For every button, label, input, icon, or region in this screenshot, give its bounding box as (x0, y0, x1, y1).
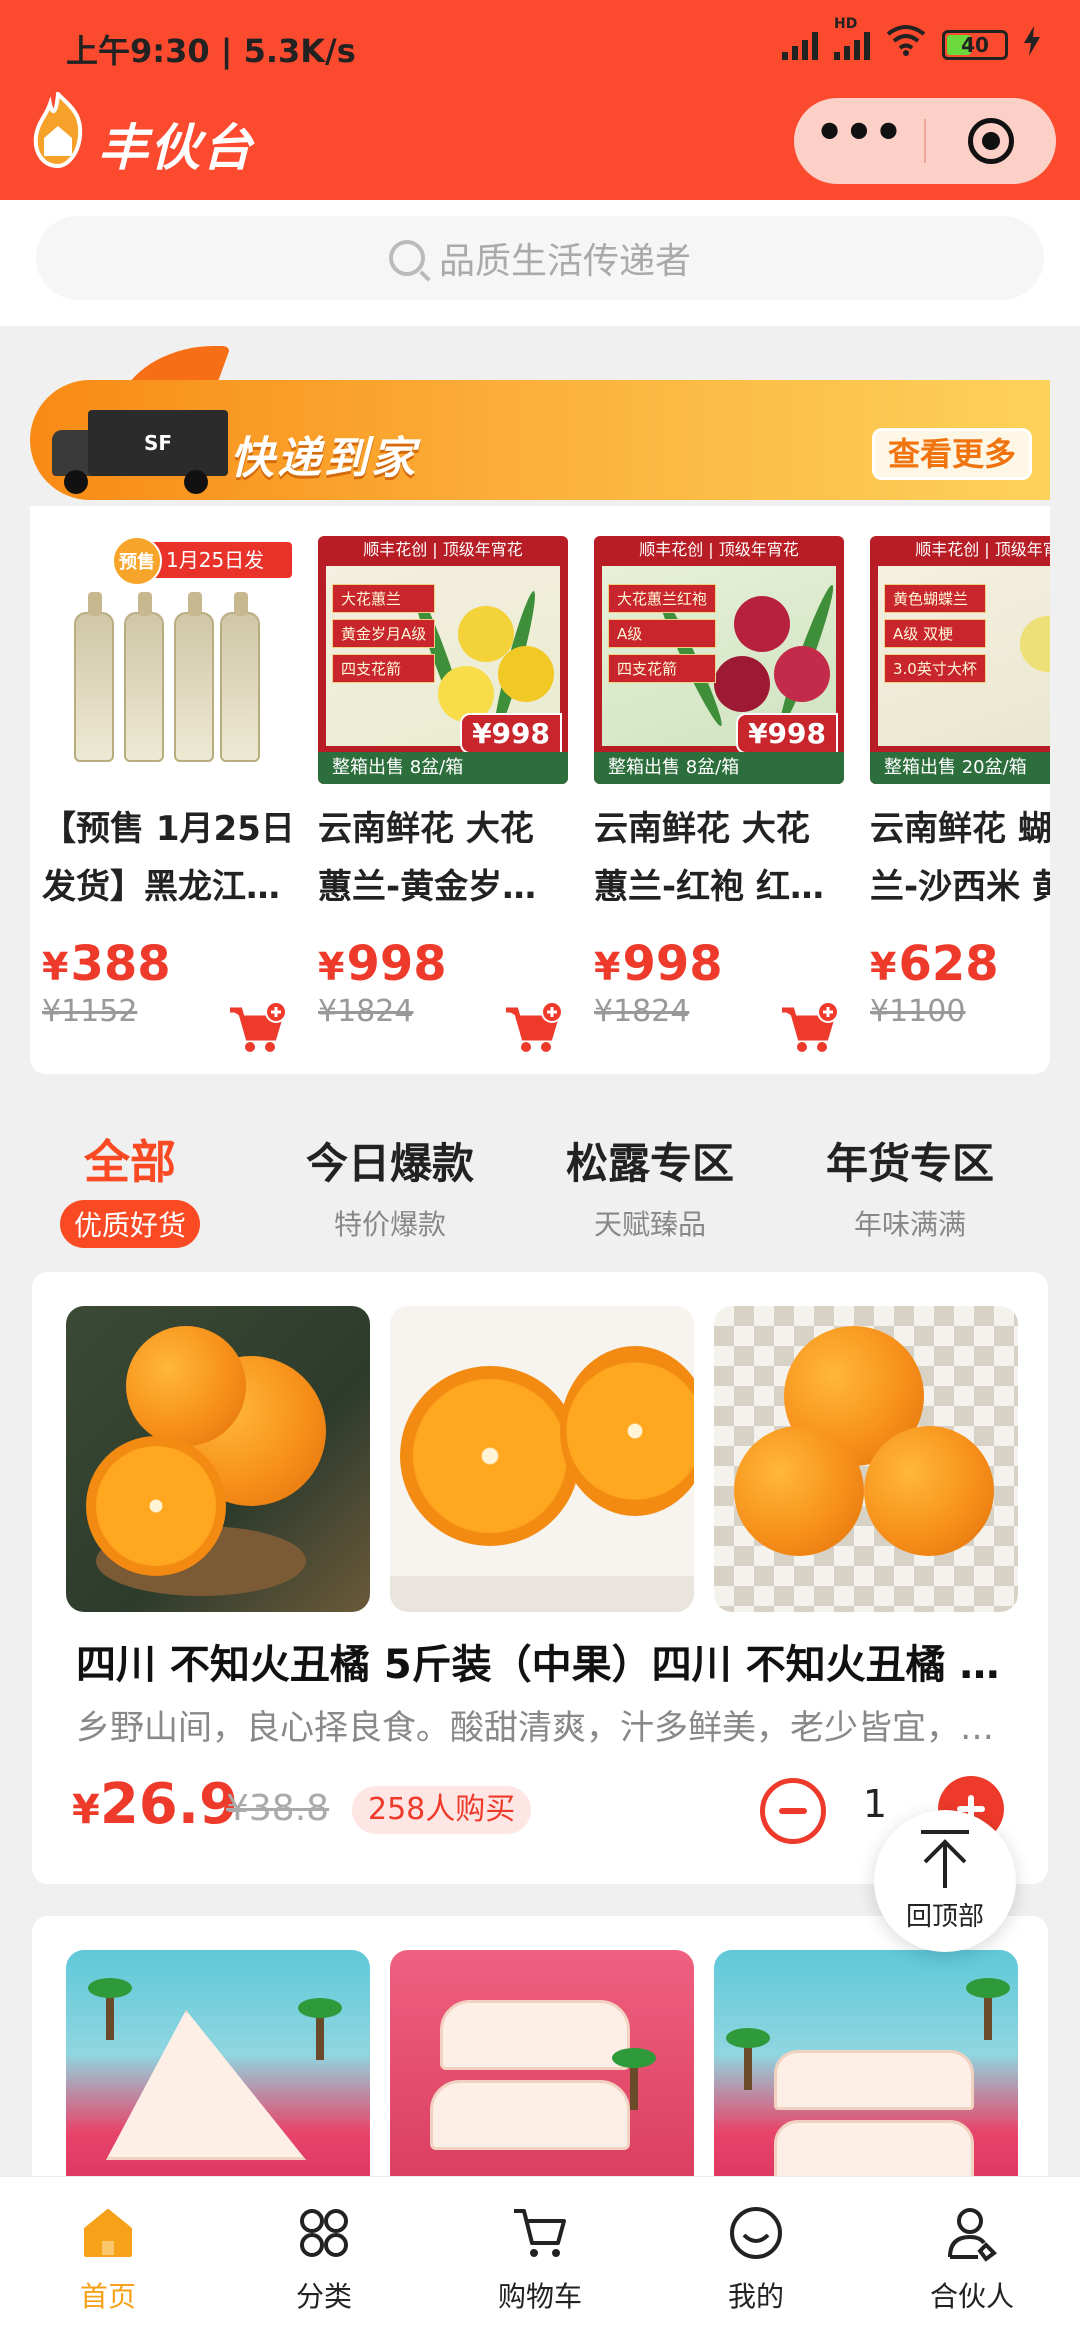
express-product-list: 1月25日发货 预售 【预售 1月25日 发货】黑龙江… ¥388 ¥1152 … (42, 536, 1050, 1066)
flower-tags: 大花蕙兰 黄金岁月A级 四支花箭 (332, 584, 436, 683)
category-icon (300, 2209, 348, 2257)
add-to-cart-button[interactable] (504, 1001, 564, 1054)
category-tabs: 全部 优质好货 今日爆款 特价爆款 松露专区 天赋臻品 年货专区 年味满满 (0, 1110, 1080, 1250)
product-price: ¥628 (870, 936, 999, 992)
product-name: 【预售 1月25日 发货】黑龙江… (42, 809, 292, 907)
back-to-top-label: 回顶部 (905, 1902, 984, 1932)
product-price: ¥26.9 (72, 1772, 239, 1837)
product-original-price: ¥1100 (870, 994, 966, 1029)
nav-label: 分类 (295, 2280, 352, 2313)
product-description: 乡野山间，良心择良食。酸甜清爽，汁多鲜美，老少皆宜，营养丰富 (76, 1708, 1016, 1748)
tab-title: 松露专区 (565, 1139, 734, 1188)
express-title: 快递到家 (230, 433, 418, 484)
product-card[interactable] (32, 1916, 1048, 2176)
product-image (390, 1306, 694, 1612)
presale-round-badge: 预售 (112, 536, 162, 586)
nav-label: 购物车 (497, 2280, 582, 2313)
express-section: SF 快递到家 查看更多 1月25日发货 预售 【预售 1月25日 发货】黑龙江… (30, 346, 1050, 1074)
wifi-icon (886, 24, 926, 65)
product-image (714, 1950, 1018, 2176)
cart-plus-icon (782, 1001, 839, 1052)
product-image (714, 1306, 1018, 1612)
smile-icon (730, 2207, 782, 2259)
add-to-cart-button[interactable] (228, 1001, 288, 1054)
cart-plus-icon (506, 1001, 563, 1052)
tab-all[interactable]: 全部 优质好货 (0, 1110, 260, 1250)
flower-tags: 大花蕙兰红袍 A级 四支花箭 (608, 584, 717, 683)
charging-icon (1024, 25, 1040, 64)
see-more-button[interactable]: 查看更多 (872, 428, 1032, 480)
product-image-row (66, 1950, 1018, 2176)
add-to-cart-button[interactable] (780, 1001, 840, 1054)
flower-tags: 黄色蝴蝶兰 A级 双梗 3.0英寸大杯 (884, 584, 986, 683)
product-original-price: ¥38.8 (226, 1788, 330, 1829)
product-price: ¥998 (594, 936, 723, 992)
truck-icon: SF (52, 410, 228, 494)
signal-icon (782, 30, 818, 60)
tab-today-hot[interactable]: 今日爆款 特价爆款 (260, 1110, 520, 1250)
product-card[interactable]: 顺丰花创 | 顶级年宵花 黄色蝴蝶兰 A级 双梗 3.0英寸大杯 整箱出售 20… (870, 536, 1050, 1066)
tab-truffle[interactable]: 松露专区 天赋臻品 (520, 1110, 780, 1250)
cart-plus-icon (230, 1001, 287, 1052)
product-image: 顺丰花创 | 顶级年宵花 大花蕙兰红袍 A级 四支花箭 ¥998 整箱出售 8盆… (594, 536, 844, 784)
app-title: 丰伙台 (98, 119, 254, 177)
tab-new-year-goods[interactable]: 年货专区 年味满满 (780, 1110, 1040, 1250)
battery-icon: 40 (942, 29, 1008, 60)
status-icons: HD 40 (782, 16, 1040, 65)
bottom-navigation: 首页 分类 购物车 我的 合伙人 (0, 2176, 1080, 2340)
target-icon (968, 118, 1014, 164)
product-card[interactable]: 顺丰花创 | 顶级年宵花 大花蕙兰红袍 A级 四支花箭 ¥998 整箱出售 8盆… (594, 536, 844, 1066)
product-name: 云南鲜花 大花 蕙兰-红袍 红… (594, 809, 824, 907)
tab-subtitle: 优质好货 (59, 1200, 200, 1248)
tab-subtitle: 年味满满 (853, 1208, 966, 1241)
nav-label: 我的 (727, 2280, 784, 2313)
featured-product-card[interactable]: 四川 不知火丑橘 5斤装（中果）四川 不知火丑橘 5斤装（中果） 乡野山间，良心… (32, 1272, 1048, 1884)
product-image (66, 1950, 370, 2176)
search-icon (388, 240, 425, 276)
nav-cart[interactable]: 购物车 (432, 2177, 648, 2340)
product-name: 云南鲜花 蝴 兰-沙西米 黄 (870, 809, 1050, 907)
product-image (390, 1950, 694, 2176)
tab-title: 全部 (84, 1135, 176, 1189)
nav-mine[interactable]: 我的 (648, 2177, 864, 2340)
back-to-top-button[interactable]: 回顶部 (874, 1810, 1016, 1952)
nav-partner[interactable]: 合伙人 (864, 2177, 1080, 2340)
signal-hd-icon: HD (834, 16, 870, 60)
nav-category[interactable]: 分类 (216, 2177, 432, 2340)
mini-program-capsule: ••• (794, 98, 1056, 184)
cart-icon (514, 2209, 566, 2257)
product-card[interactable]: 1月25日发货 预售 【预售 1月25日 发货】黑龙江… ¥388 ¥1152 (42, 536, 292, 1066)
product-card[interactable]: 顺丰花创 | 顶级年宵花 大花蕙兰 黄金岁月A级 四支花箭 ¥998 整箱出售 … (318, 536, 568, 1066)
product-name: 云南鲜花 大花 蕙兰-黄金岁… (318, 809, 537, 907)
search-placeholder: 品质生活传递者 (438, 241, 691, 282)
search-area: 品质生活传递者 (0, 200, 1080, 326)
more-menu-button[interactable]: ••• (794, 109, 924, 173)
app-logo-icon (30, 89, 86, 169)
product-image (66, 1306, 370, 1612)
tab-subtitle: 天赋臻品 (593, 1208, 706, 1241)
tab-title: 今日爆款 (305, 1139, 474, 1188)
arrow-up-icon (921, 1830, 969, 1888)
home-icon (84, 2209, 132, 2257)
product-image: 顺丰花创 | 顶级年宵花 黄色蝴蝶兰 A级 双梗 3.0英寸大杯 整箱出售 20… (870, 536, 1050, 784)
quantity-decrease-button[interactable] (760, 1778, 826, 1844)
product-title: 四川 不知火丑橘 5斤装（中果）四川 不知火丑橘 5斤装（中果） (76, 1642, 1016, 1688)
tab-subtitle: 特价爆款 (333, 1208, 446, 1241)
featured-image-row (66, 1306, 1018, 1612)
top-bar: 上午9:30 | 5.3K/s HD 40 丰伙台 ••• (0, 0, 1080, 200)
partner-icon (948, 2208, 998, 2262)
nav-label: 首页 (79, 2280, 136, 2313)
search-input[interactable]: 品质生活传递者 (36, 216, 1044, 300)
nav-label: 合伙人 (929, 2280, 1014, 2313)
status-time: 上午9:30 | 5.3K/s (66, 32, 356, 70)
close-program-button[interactable] (926, 118, 1056, 164)
tab-title: 年货专区 (825, 1139, 994, 1188)
express-banner: SF 快递到家 查看更多 (30, 346, 1050, 506)
product-image: 1月25日发货 预售 (42, 536, 292, 784)
sold-count-badge: 258人购买 (352, 1786, 532, 1834)
product-image: 顺丰花创 | 顶级年宵花 大花蕙兰 黄金岁月A级 四支花箭 ¥998 整箱出售 … (318, 536, 568, 784)
product-price: ¥388 (42, 936, 171, 992)
nav-home[interactable]: 首页 (0, 2177, 216, 2340)
product-price: ¥998 (318, 936, 447, 992)
